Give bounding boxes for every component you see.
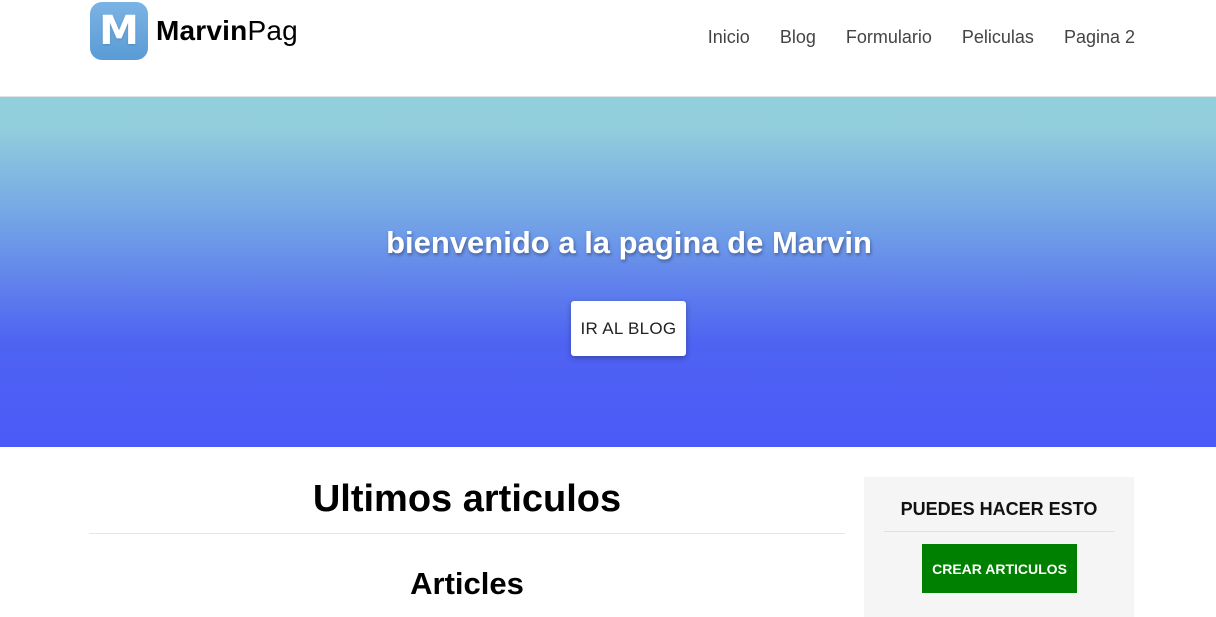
main-content: Ultimos articulos Articles PUEDES HACER …: [0, 447, 1216, 617]
articles-subtitle: Articles: [410, 566, 524, 601]
hero-title: bienvenido a la pagina de Marvin: [386, 225, 872, 260]
main-nav: Inicio Blog Formulario Peliculas Pagina …: [678, 24, 1135, 50]
section-title: Ultimos articulos: [312, 478, 622, 520]
section-divider: [89, 533, 845, 534]
site-logo[interactable]: M MarvinPag: [90, 2, 298, 60]
hero-banner: bienvenido a la pagina de Marvin IR AL B…: [0, 96, 1216, 447]
articles-section: Ultimos articulos Articles: [89, 447, 845, 602]
site-header: M MarvinPag Inicio Blog Formulario Pelic…: [0, 0, 1216, 96]
create-articles-button[interactable]: CREAR ARTICULOS: [922, 544, 1077, 593]
logo-text: MarvinPag: [156, 15, 298, 47]
logo-text-light: Pag: [247, 15, 298, 46]
go-to-blog-button[interactable]: IR AL BLOG: [571, 301, 686, 356]
logo-text-bold: Marvin: [156, 15, 248, 46]
nav-link-peliculas[interactable]: Peliculas: [962, 24, 1034, 50]
nav-link-pagina-2[interactable]: Pagina 2: [1064, 24, 1135, 50]
nav-link-blog[interactable]: Blog: [780, 24, 816, 50]
nav-link-inicio[interactable]: Inicio: [708, 24, 750, 50]
logo-badge-icon: M: [90, 2, 148, 60]
sidebar-title: PUEDES HACER ESTO: [900, 499, 1098, 519]
nav-link-formulario[interactable]: Formulario: [846, 24, 932, 50]
sidebar-box: PUEDES HACER ESTO CREAR ARTICULOS: [864, 477, 1134, 617]
sidebar-divider: [884, 531, 1114, 532]
